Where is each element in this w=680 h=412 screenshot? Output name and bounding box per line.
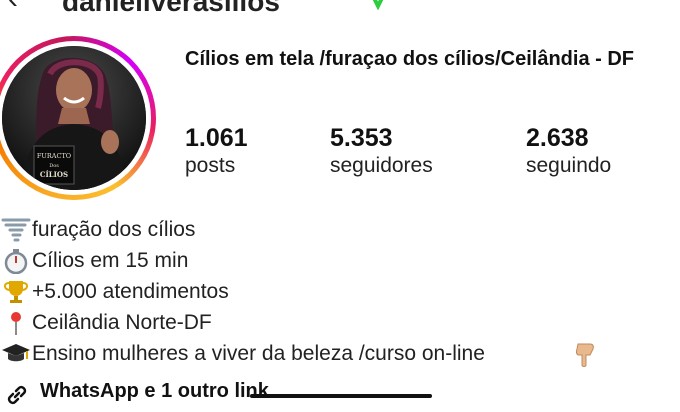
stat-following-label: seguindo <box>526 154 612 177</box>
external-links[interactable]: WhatsApp e 1 outro link <box>0 378 680 412</box>
bio-line: Ensino mulheres a viver da beleza /curso… <box>0 338 680 369</box>
avatar-sign-line1: FURACTO <box>37 152 71 160</box>
bio-line: furação dos cílios <box>0 214 680 245</box>
bio-text: +5.000 atendimentos <box>32 280 229 303</box>
profile-username: daniellverasilios <box>62 0 280 17</box>
link-text[interactable]: WhatsApp e 1 outro link <box>40 380 269 403</box>
avatar[interactable]: FURACTO Dos CÍLIOS <box>2 46 146 190</box>
pin-icon <box>11 312 21 335</box>
stopwatch-icon <box>4 249 28 274</box>
verified-check-icon <box>372 0 384 10</box>
link-icon <box>7 385 27 405</box>
scribble-line <box>250 394 432 398</box>
bio-line: Ceilândia Norte-DF <box>0 307 680 338</box>
pointing-down-hand-icon <box>575 343 594 367</box>
stat-posts-value: 1.061 <box>185 124 248 152</box>
avatar-portrait: FURACTO Dos CÍLIOS <box>2 46 146 190</box>
bio-text: Cílios em 15 min <box>32 249 189 272</box>
graduation-cap-icon <box>2 344 30 362</box>
bio-line: Cílios em 15 min <box>0 245 680 276</box>
avatar-sign-line2: Dos <box>49 163 59 169</box>
profile-display-name: Cílios em tela /furaçao dos cílios/Ceilâ… <box>185 48 635 70</box>
bio-text: furação dos cílios <box>32 218 196 241</box>
bio-line: +5.000 atendimentos <box>0 276 680 307</box>
stat-followers-value: 5.353 <box>330 124 393 152</box>
stat-followers-label: seguidores <box>330 154 433 177</box>
stat-posts[interactable]: 1.061 posts <box>185 124 248 180</box>
bio-text: Ceilândia Norte-DF <box>32 311 212 334</box>
back-chevron-icon[interactable]: ‹ <box>8 0 18 16</box>
bio: furação dos cílios Cílios em 15 min +5.0… <box>0 214 680 369</box>
avatar-sign-line3: CÍLIOS <box>40 170 68 179</box>
trophy-icon <box>4 281 28 303</box>
story-ring[interactable]: FURACTO Dos CÍLIOS <box>0 36 156 200</box>
bio-text: Ensino mulheres a viver da beleza /curso… <box>32 342 485 365</box>
stat-following[interactable]: 2.638 seguindo <box>526 124 611 180</box>
stat-following-value: 2.638 <box>526 124 589 152</box>
stat-posts-label: posts <box>185 154 236 177</box>
stat-followers[interactable]: 5.353 seguidores <box>330 124 433 180</box>
tornado-icon <box>1 218 31 242</box>
